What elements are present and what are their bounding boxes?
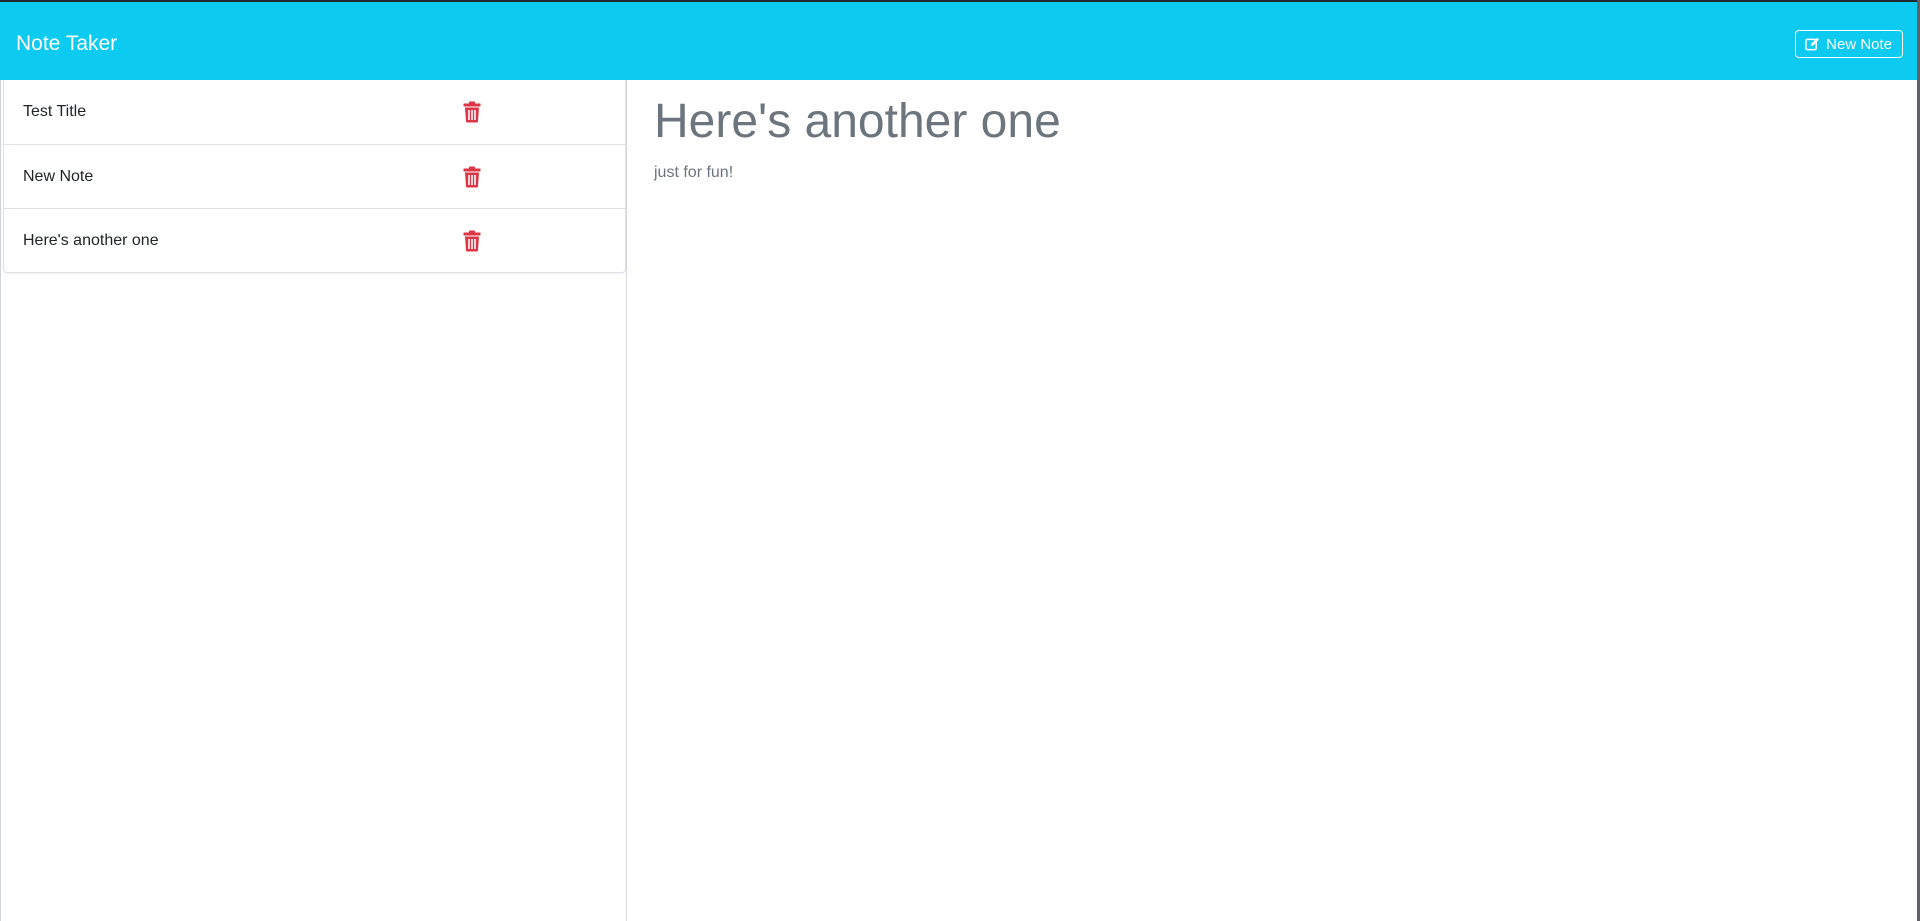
new-note-label: New Note [1826, 35, 1892, 53]
navbar: Note Taker New Note [0, 2, 1917, 80]
note-title-field[interactable]: Here's another one [654, 90, 1061, 154]
note-title: Test Title [23, 103, 87, 120]
app-brand[interactable]: Note Taker [16, 30, 117, 58]
list-item[interactable]: Here's another one [3, 209, 626, 273]
note-list: Test Title New Note Here's another one [1, 80, 626, 273]
new-note-button[interactable]: New Note [1795, 30, 1903, 58]
notes-sidebar: Test Title New Note Here's another one [0, 80, 627, 921]
list-item[interactable]: New Note [3, 145, 626, 209]
trash-icon[interactable] [463, 166, 481, 188]
note-title: Here's another one [23, 231, 159, 249]
note-text-field[interactable]: just for fun! [654, 162, 733, 184]
trash-icon[interactable] [463, 101, 481, 123]
trash-icon[interactable] [463, 230, 481, 252]
note-title: New Note [23, 167, 94, 185]
list-item[interactable]: Test Title [3, 80, 626, 145]
note-editor: Here's another one just for fun! [628, 80, 1917, 921]
edit-icon [1805, 37, 1820, 51]
